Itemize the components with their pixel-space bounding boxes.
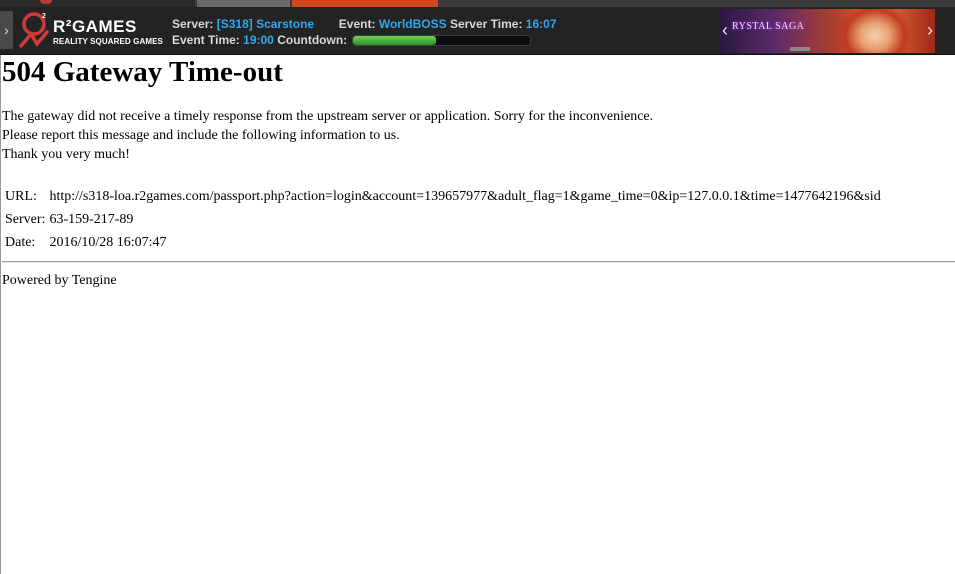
server-label: Server: xyxy=(172,17,214,31)
event-value[interactable]: WorldBOSS xyxy=(379,17,447,31)
detail-row-url: URL: http://s318-loa.r2games.com/passpor… xyxy=(3,185,955,208)
detail-value-date: 2016/10/28 16:07:47 xyxy=(49,234,167,250)
detail-label: Date: xyxy=(5,234,36,250)
server-time-value: 16:07 xyxy=(525,17,557,31)
toolbar-info-row-2: Event Time: 19:00 Countdown: xyxy=(172,33,347,47)
game-toolbar: › 2 R²GAMES REALITY SQUARED GAMES Server… xyxy=(0,7,955,55)
detail-row-server: Server: 63-159-217-89 xyxy=(3,208,955,231)
brand-name: R²GAMES xyxy=(53,17,137,36)
detail-value-server: 63-159-217-89 xyxy=(49,211,134,227)
detail-value-url: http://s318-loa.r2games.com/passport.php… xyxy=(49,188,881,204)
detail-row-date: Date: 2016/10/28 16:07:47 xyxy=(3,231,955,254)
game-banner[interactable]: ‹ RYSTAL SAGA › xyxy=(720,9,935,53)
event-label: Event: xyxy=(338,17,376,31)
banner-next-arrow-icon[interactable]: › xyxy=(927,19,933,41)
r2games-logo-icon: 2 xyxy=(19,12,49,48)
banner-title: RYSTAL SAGA xyxy=(732,21,805,32)
brand-tagline: REALITY SQUARED GAMES xyxy=(53,37,163,46)
error-message-2: Please report this message and include t… xyxy=(2,128,400,143)
error-page: 504 Gateway Time-out The gateway did not… xyxy=(0,55,955,574)
error-message-3: Thank you very much! xyxy=(2,147,130,162)
browser-tab-strip xyxy=(0,0,955,7)
server-value[interactable]: [S318] Scarstone xyxy=(217,17,314,31)
tab-2[interactable] xyxy=(197,0,290,7)
countdown-progress-fill xyxy=(353,36,437,45)
server-time-label: Server Time: xyxy=(449,17,523,31)
countdown-label: Countdown: xyxy=(277,33,348,47)
banner-prev-arrow-icon[interactable]: ‹ xyxy=(722,19,728,41)
banner-character-image xyxy=(840,9,910,53)
countdown-progress-bar xyxy=(352,35,531,46)
toolbar-expand-chevron-icon[interactable]: › xyxy=(0,11,13,49)
event-time-value: 19:00 xyxy=(243,33,274,47)
event-time-label: Event Time: xyxy=(172,33,240,47)
error-details-table: URL: http://s318-loa.r2games.com/passpor… xyxy=(3,185,955,254)
detail-label: Server: xyxy=(5,211,46,227)
svg-text:2: 2 xyxy=(42,13,46,20)
divider xyxy=(2,261,955,263)
toolbar-info-row-1: Server: [S318] Scarstone Event: WorldBOS… xyxy=(172,17,557,31)
error-message-1: The gateway did not receive a timely res… xyxy=(2,109,654,124)
tab-1[interactable] xyxy=(0,0,195,7)
tab-favicon-icon xyxy=(40,0,52,4)
banner-slide-indicator[interactable] xyxy=(790,47,810,51)
page-title: 504 Gateway Time-out xyxy=(2,56,283,88)
detail-label: URL: xyxy=(5,188,37,204)
tab-3-active[interactable] xyxy=(292,0,438,7)
server-footer: Powered by Tengine xyxy=(2,273,117,288)
